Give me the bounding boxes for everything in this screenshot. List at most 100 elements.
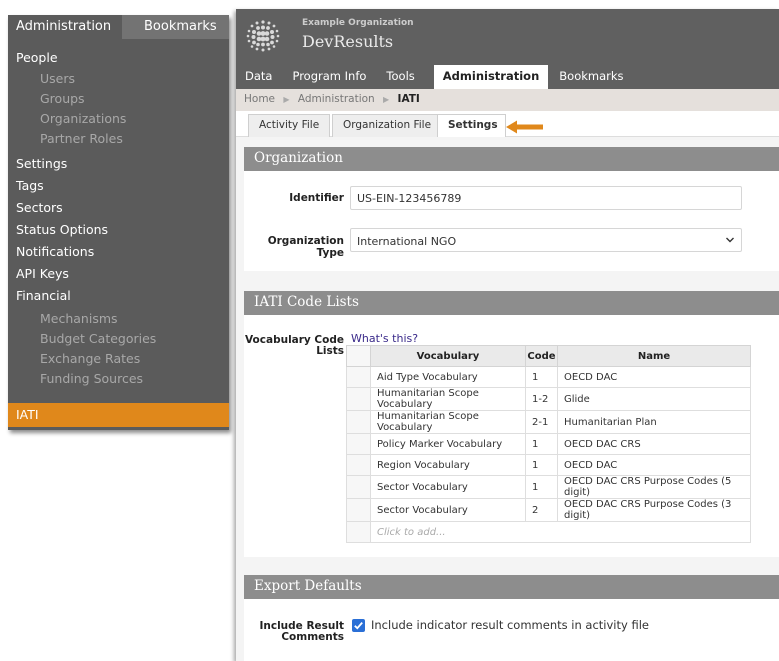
row-handle[interactable] xyxy=(346,410,371,434)
organization-type-label: Organization Type xyxy=(267,235,344,259)
nav-program-info[interactable]: Program Info xyxy=(283,65,375,89)
pointer-arrow-icon xyxy=(506,120,543,134)
table-row[interactable]: Sector Vocabulary 2 OECD DAC CRS Purpose… xyxy=(346,498,751,522)
chevron-down-icon xyxy=(726,237,734,243)
row-handle[interactable] xyxy=(346,498,371,522)
row-handle[interactable] xyxy=(346,387,371,411)
menu-group-iati[interactable]: IATI xyxy=(8,403,229,427)
column-header-code[interactable]: Code xyxy=(525,345,558,367)
cell-name[interactable]: Glide xyxy=(557,387,751,411)
include-result-comments-label: Include Result Comments xyxy=(244,621,344,643)
include-comments-checkbox-label[interactable]: Include indicator result comments in act… xyxy=(371,618,649,632)
cell-vocabulary[interactable]: Policy Marker Vocabulary xyxy=(370,433,526,455)
vocabulary-code-lists-label-line2: Lists xyxy=(316,345,344,357)
table-row[interactable]: Humanitarian Scope Vocabulary 1-2 Glide xyxy=(346,387,751,411)
menu-item-funding-sources[interactable]: Funding Sources xyxy=(8,369,229,389)
organization-type-value: International NGO xyxy=(357,235,457,248)
table-row[interactable]: Policy Marker Vocabulary 1 OECD DAC CRS xyxy=(346,433,751,455)
globe-logo-icon xyxy=(246,20,280,52)
export-defaults-section: Include Result Comments Include indicato… xyxy=(244,599,779,661)
menu-item-users[interactable]: Users xyxy=(8,69,229,89)
breadcrumb: Home ▶ Administration ▶ IATI xyxy=(236,89,779,111)
menu-group-tags[interactable]: Tags xyxy=(8,175,229,197)
vocabulary-code-lists-label: Vocabulary Code Lists xyxy=(244,335,344,357)
menu-group-status-options[interactable]: Status Options xyxy=(8,219,229,241)
identifier-label: Identifier xyxy=(289,192,344,204)
breadcrumb-separator-icon: ▶ xyxy=(283,95,290,104)
cell-name[interactable]: OECD DAC CRS Purpose Codes (3 digit) xyxy=(557,498,751,522)
breadcrumb-administration[interactable]: Administration xyxy=(298,93,375,105)
table-row[interactable]: Region Vocabulary 1 OECD DAC xyxy=(346,454,751,476)
cell-code[interactable]: 2 xyxy=(525,498,558,522)
tab-organization-file[interactable]: Organization File xyxy=(332,114,443,137)
menu-item-exchange-rates[interactable]: Exchange Rates xyxy=(8,349,229,369)
organization-name: Example Organization xyxy=(302,18,414,28)
tab-settings[interactable]: Settings xyxy=(437,114,506,137)
menu-item-budget-categories[interactable]: Budget Categories xyxy=(8,329,229,349)
cell-vocabulary[interactable]: Sector Vocabulary xyxy=(370,498,526,522)
table-row[interactable]: Humanitarian Scope Vocabulary 2-1 Humani… xyxy=(346,410,751,434)
include-result-comments-label-line2: Comments xyxy=(281,631,344,643)
nav-data[interactable]: Data xyxy=(236,65,281,89)
menu-item-mechanisms[interactable]: Mechanisms xyxy=(8,309,229,329)
cell-name[interactable]: Humanitarian Plan xyxy=(557,410,751,434)
cell-code[interactable]: 1 xyxy=(525,433,558,455)
iati-subtabs: Activity File Organization File Settings xyxy=(236,111,779,137)
cell-name[interactable]: OECD DAC xyxy=(557,366,751,388)
tab-activity-file[interactable]: Activity File xyxy=(248,114,331,137)
organization-section: Identifier US-EIN-123456789 Organization… xyxy=(244,171,779,271)
nav-bookmarks[interactable]: Bookmarks xyxy=(550,65,632,89)
nav-administration[interactable]: Administration xyxy=(433,65,549,89)
side-tab-administration[interactable]: Administration xyxy=(8,15,122,39)
column-header-name[interactable]: Name xyxy=(557,345,751,367)
cell-vocabulary[interactable]: Region Vocabulary xyxy=(370,454,526,476)
whats-this-link[interactable]: What's this? xyxy=(351,332,418,345)
breadcrumb-home[interactable]: Home xyxy=(244,93,275,105)
menu-group-notifications[interactable]: Notifications xyxy=(8,241,229,263)
cell-code[interactable]: 2-1 xyxy=(525,410,558,434)
include-comments-checkbox[interactable] xyxy=(352,619,365,632)
cell-name[interactable]: OECD DAC CRS xyxy=(557,433,751,455)
organization-type-select[interactable]: International NGO xyxy=(350,228,742,252)
main-nav: Data Program Info Tools Administration B… xyxy=(236,65,635,89)
cell-name[interactable]: OECD DAC xyxy=(557,454,751,476)
cell-code[interactable]: 1 xyxy=(525,475,558,499)
cell-vocabulary[interactable]: Sector Vocabulary xyxy=(370,475,526,499)
menu-item-organizations[interactable]: Organizations xyxy=(8,109,229,129)
side-menu-tabs: Administration Bookmarks xyxy=(8,15,229,39)
menu-group-api-keys[interactable]: API Keys xyxy=(8,263,229,285)
code-lists-section: Vocabulary Code Lists What's this? Vocab… xyxy=(244,315,779,557)
row-handle[interactable] xyxy=(346,433,371,455)
cell-vocabulary[interactable]: Humanitarian Scope Vocabulary xyxy=(370,410,526,434)
breadcrumb-current: IATI xyxy=(397,93,420,105)
cell-name[interactable]: OECD DAC CRS Purpose Codes (5 digit) xyxy=(557,475,751,499)
menu-group-sectors[interactable]: Sectors xyxy=(8,197,229,219)
table-row[interactable]: Sector Vocabulary 1 OECD DAC CRS Purpose… xyxy=(346,475,751,499)
checkmark-icon xyxy=(354,622,363,630)
cell-vocabulary[interactable]: Humanitarian Scope Vocabulary xyxy=(370,387,526,411)
table-add-row[interactable]: Click to add... xyxy=(346,521,751,543)
export-defaults-section-header: Export Defaults xyxy=(244,575,779,599)
organization-section-header: Organization xyxy=(244,147,779,171)
admin-side-menu: Administration Bookmarks People Users Gr… xyxy=(8,15,229,430)
identifier-input[interactable]: US-EIN-123456789 xyxy=(350,186,742,210)
menu-item-groups[interactable]: Groups xyxy=(8,89,229,109)
table-handle-header xyxy=(346,345,371,367)
column-header-vocabulary[interactable]: Vocabulary xyxy=(370,345,526,367)
click-to-add-cell[interactable]: Click to add... xyxy=(370,521,751,543)
menu-group-financial[interactable]: Financial xyxy=(8,285,229,307)
cell-code[interactable]: 1-2 xyxy=(525,387,558,411)
menu-group-settings[interactable]: Settings xyxy=(8,153,229,175)
row-handle[interactable] xyxy=(346,454,371,476)
side-tab-bookmarks[interactable]: Bookmarks xyxy=(122,15,229,39)
nav-tools[interactable]: Tools xyxy=(377,65,423,89)
table-row[interactable]: Aid Type Vocabulary 1 OECD DAC xyxy=(346,366,751,388)
menu-item-partner-roles[interactable]: Partner Roles xyxy=(8,129,229,149)
menu-group-people[interactable]: People xyxy=(8,47,229,69)
row-handle[interactable] xyxy=(346,475,371,499)
cell-vocabulary[interactable]: Aid Type Vocabulary xyxy=(370,366,526,388)
cell-code[interactable]: 1 xyxy=(525,366,558,388)
row-handle[interactable] xyxy=(346,366,371,388)
vocabulary-table: Vocabulary Code Name Aid Type Vocabulary… xyxy=(346,345,751,543)
cell-code[interactable]: 1 xyxy=(525,454,558,476)
